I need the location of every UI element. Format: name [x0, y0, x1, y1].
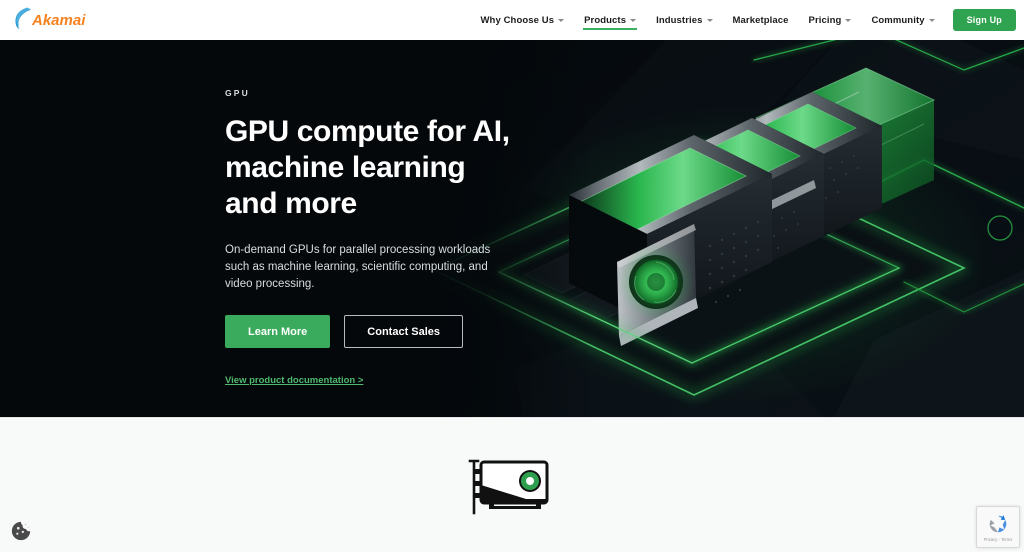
nav-item-pricing[interactable]: Pricing: [799, 0, 862, 40]
nav-item-community[interactable]: Community: [861, 0, 944, 40]
hero-button-row: Learn More Contact Sales: [225, 315, 525, 348]
hero-eyebrow: GPU: [225, 88, 251, 98]
nav-label: Marketplace: [732, 14, 789, 26]
hero-description: On-demand GPUs for parallel processing w…: [225, 244, 491, 290]
akamai-wordmark: Akamai: [31, 12, 86, 29]
sign-up-button[interactable]: Sign Up: [952, 9, 1016, 31]
title-line-3: and more: [225, 187, 357, 220]
page-title: GPU compute for AI, machine learning and…: [225, 114, 525, 222]
gpu-card-icon-svg: [468, 459, 549, 515]
product-documentation-link[interactable]: View product documentation >: [225, 375, 363, 386]
top-navigation-bar: Akamai Why Choose Us Products Industries…: [0, 0, 1024, 40]
nav-label: Pricing: [808, 14, 842, 26]
nav-menu: Why Choose Us Products Industries Market…: [470, 0, 1016, 40]
nav-label: Industries: [656, 14, 703, 26]
recaptcha-legal-text: Privacy - Terms: [983, 536, 1013, 542]
cookie-icon-svg: [11, 521, 31, 541]
hero-section: GPU GPU compute for AI, machine learning…: [0, 40, 1024, 417]
chevron-down-icon: [928, 19, 935, 22]
recaptcha-icon: [989, 514, 1007, 532]
cookie-consent-icon[interactable]: [10, 520, 32, 542]
nav-item-products[interactable]: Products: [574, 0, 646, 40]
gpu-card-icon: [462, 455, 562, 515]
title-line-1: GPU compute for AI,: [225, 115, 510, 148]
akamai-logo-svg: Akamai: [15, 7, 86, 29]
chevron-down-icon: [706, 19, 713, 22]
contact-sales-button[interactable]: Contact Sales: [344, 315, 464, 348]
nav-item-industries[interactable]: Industries: [646, 0, 722, 40]
nav-item-marketplace[interactable]: Marketplace: [723, 0, 799, 40]
chevron-down-icon: [630, 19, 637, 22]
page-root: Akamai Why Choose Us Products Industries…: [0, 0, 1024, 552]
learn-more-button[interactable]: Learn More: [225, 315, 331, 348]
chevron-down-icon: [558, 19, 565, 22]
recaptcha-badge[interactable]: Privacy - Terms: [976, 506, 1020, 548]
lower-section: [0, 417, 1024, 552]
nav-label: Why Choose Us: [480, 14, 555, 26]
akamai-logo[interactable]: Akamai: [12, 4, 92, 32]
nav-label: Products: [584, 14, 627, 26]
title-line-2: machine learning: [225, 151, 466, 184]
nav-label: Community: [871, 14, 925, 26]
nav-item-why-choose-us[interactable]: Why Choose Us: [470, 0, 574, 40]
hero-content: GPU GPU compute for AI, machine learning…: [225, 88, 525, 388]
chevron-down-icon: [845, 19, 852, 22]
